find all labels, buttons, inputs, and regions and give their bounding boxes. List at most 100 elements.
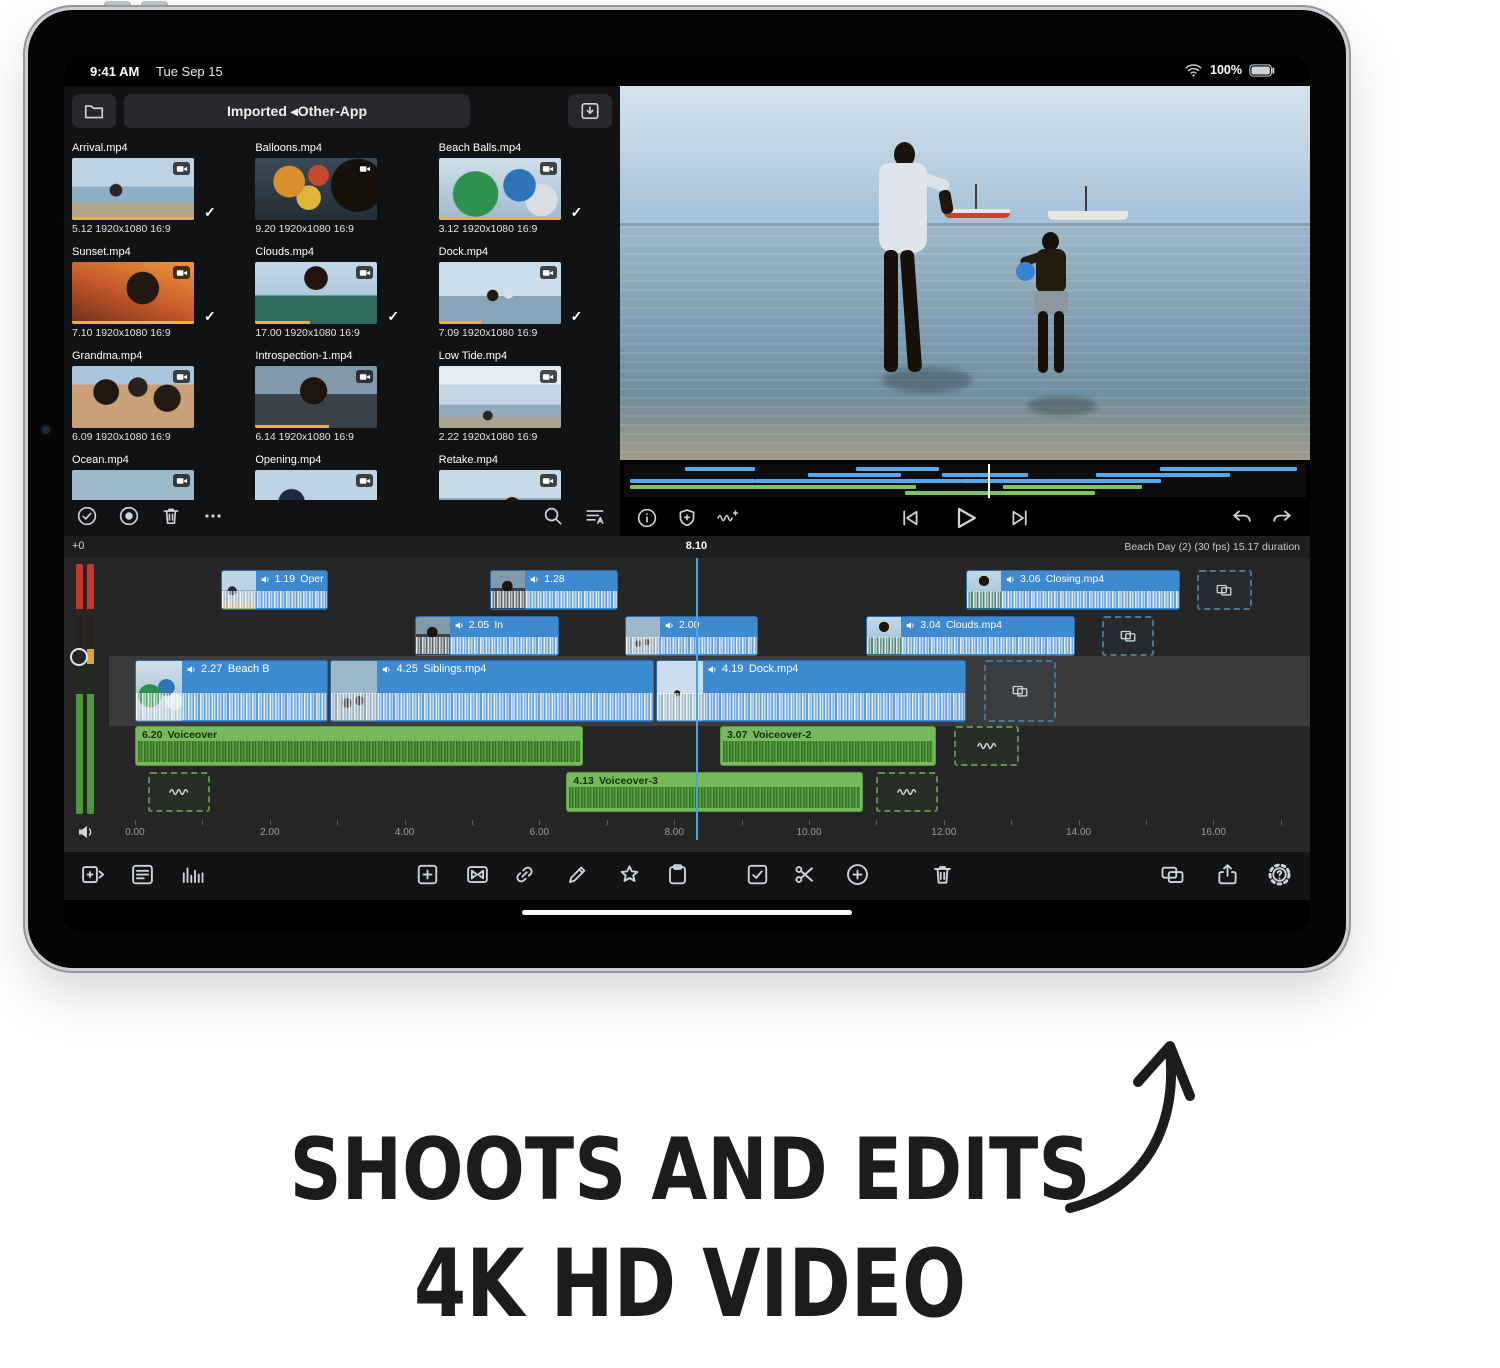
search-button[interactable] — [542, 505, 564, 527]
track-options-button[interactable] — [180, 862, 205, 887]
scrubber-playhead[interactable] — [988, 464, 990, 498]
clip-thumbnail[interactable] — [72, 158, 194, 220]
library-item[interactable]: Grandma.mp46.09 1920x1080 16:9 — [72, 350, 245, 454]
clip-thumbnail[interactable] — [439, 262, 561, 324]
transition-frames-icon — [1117, 627, 1139, 645]
import-button[interactable] — [568, 94, 612, 128]
clip-thumbnail[interactable] — [255, 470, 377, 500]
clip-thumbnail[interactable] — [72, 470, 194, 500]
sort-button[interactable] — [584, 505, 606, 527]
more-button[interactable] — [202, 505, 224, 527]
audio-ducking-button[interactable] — [716, 507, 738, 529]
dual-display-button[interactable] — [1160, 862, 1185, 887]
library-item[interactable]: Beach Balls.mp4✓3.12 1920x1080 16:9 — [439, 142, 612, 246]
delete-button[interactable] — [930, 862, 955, 887]
timeline-overview-scrubber[interactable] — [624, 464, 1306, 498]
delete-button[interactable] — [160, 505, 182, 527]
library-item[interactable]: Opening.mp4 — [255, 454, 428, 500]
timeline-tracks[interactable]: 1.19 Oper 1.28 3.06 Closing.mp4 2.05 In 2.00… — [109, 562, 1310, 818]
playhead[interactable] — [696, 558, 698, 840]
ruler-tick — [742, 820, 743, 825]
library-source-button[interactable] — [72, 94, 116, 128]
empty-clip-slot[interactable] — [954, 726, 1019, 766]
camcorder-icon — [173, 370, 190, 383]
insert-button[interactable] — [415, 862, 440, 887]
clip-thumbnail[interactable] — [255, 262, 377, 324]
record-button[interactable] — [118, 505, 140, 527]
video-preview[interactable] — [620, 86, 1310, 460]
ruler-label: 8.00 — [654, 827, 694, 838]
clip-thumbnail[interactable] — [72, 262, 194, 324]
timeline-clip[interactable]: 1.19 Oper — [221, 570, 329, 610]
clip-list-icon — [130, 862, 155, 887]
timeline-clip[interactable]: 3.04 Clouds.mp4 — [866, 616, 1075, 656]
add-to-timeline-button[interactable] — [80, 862, 105, 887]
timeline-clip[interactable]: 2.00 — [625, 616, 758, 656]
caption-line-1: SHOOTS AND EDITS — [110, 1120, 1269, 1220]
clip-thumbnail[interactable] — [439, 470, 561, 500]
library-item[interactable]: Arrival.mp4✓5.12 1920x1080 16:9 — [72, 142, 245, 246]
edit-button[interactable] — [565, 862, 590, 887]
clip-meta: 6.14 1920x1080 16:9 — [255, 431, 354, 443]
timeline-clip[interactable]: 4.19 Dock.mp4 — [656, 660, 966, 722]
clip-list-button[interactable] — [130, 862, 155, 887]
delete-icon — [160, 505, 182, 527]
in-out-mark-bar — [439, 321, 482, 324]
play-button[interactable] — [950, 503, 980, 533]
settings-help-button[interactable] — [1267, 862, 1292, 887]
info-button[interactable] — [636, 507, 658, 529]
library-item[interactable]: Dock.mp4✓7.09 1920x1080 16:9 — [439, 246, 612, 350]
select-all-button[interactable] — [76, 505, 98, 527]
link-button[interactable] — [512, 862, 537, 887]
library-item[interactable]: Introspection-1.mp46.14 1920x1080 16:9 — [255, 350, 428, 454]
clip-name: Low Tide.mp4 — [439, 350, 612, 364]
timeline-clip[interactable]: 2.05 In — [415, 616, 559, 656]
speaker-icon[interactable] — [76, 822, 96, 842]
share-button[interactable] — [1215, 862, 1240, 887]
clip-thumbnail[interactable] — [255, 158, 377, 220]
redo-button[interactable] — [1270, 506, 1294, 530]
effects-button[interactable] — [617, 862, 642, 887]
library-item[interactable]: Balloons.mp49.20 1920x1080 16:9 — [255, 142, 428, 246]
empty-clip-slot[interactable] — [1197, 570, 1252, 610]
clip-thumbnail[interactable] — [439, 158, 561, 220]
empty-clip-slot[interactable] — [148, 772, 210, 812]
ruler-tick — [1281, 820, 1282, 825]
timeline-clip[interactable]: 3.06 Closing.mp4 — [966, 570, 1180, 610]
timeline-clip[interactable]: 1.28 — [490, 570, 618, 610]
add-button[interactable] — [845, 862, 870, 887]
library-item[interactable]: Sunset.mp4✓7.10 1920x1080 16:9 — [72, 246, 245, 350]
transition-button[interactable] — [465, 862, 490, 887]
timeline-clip[interactable]: 2.27 Beach B — [135, 660, 328, 722]
level-knob[interactable] — [70, 648, 88, 666]
clip-thumbnail[interactable] — [439, 366, 561, 428]
timeline-clip[interactable]: 6.20 Voiceover — [135, 726, 583, 766]
timeline-clip[interactable]: 3.07 Voiceover-2 — [720, 726, 936, 766]
clip-meta: 7.09 1920x1080 16:9 — [439, 327, 538, 339]
empty-clip-slot[interactable] — [1102, 616, 1154, 656]
markers-button[interactable] — [676, 507, 698, 529]
select-button[interactable] — [745, 862, 770, 887]
transition-frames-icon — [1009, 682, 1031, 700]
library-item[interactable]: Retake.mp4 — [439, 454, 612, 500]
clip-meta: 5.12 1920x1080 16:9 — [72, 223, 171, 235]
skip-back-button[interactable] — [898, 506, 922, 530]
timeline-clip[interactable]: 4.13 Voiceover-3 — [566, 772, 863, 812]
empty-clip-slot[interactable] — [876, 772, 938, 812]
home-indicator[interactable] — [522, 910, 852, 915]
split-button[interactable] — [792, 862, 817, 887]
undo-button[interactable] — [1230, 506, 1254, 530]
library-item[interactable]: Clouds.mp4✓17.00 1920x1080 16:9 — [255, 246, 428, 350]
empty-clip-slot[interactable] — [984, 660, 1056, 722]
library-item[interactable]: Low Tide.mp42.22 1920x1080 16:9 — [439, 350, 612, 454]
library-title[interactable]: Imported ◂Other-App — [124, 94, 470, 128]
timeline-ruler[interactable]: 0.002.004.006.008.0010.0012.0014.0016.00 — [109, 820, 1310, 844]
timeline-panel: +0 Beach Day (2) (30 fps) 15.17 duration… — [64, 536, 1310, 852]
library-item[interactable]: Ocean.mp4 — [72, 454, 245, 500]
clipboard-button[interactable] — [665, 862, 690, 887]
clip-thumbnail[interactable] — [72, 366, 194, 428]
clip-thumbnail[interactable] — [255, 366, 377, 428]
timeline-clip[interactable]: 4.25 Siblings.mp4 — [330, 660, 654, 722]
clip-label-text: 6.20 Voiceover — [142, 729, 217, 741]
skip-forward-button[interactable] — [1008, 506, 1032, 530]
